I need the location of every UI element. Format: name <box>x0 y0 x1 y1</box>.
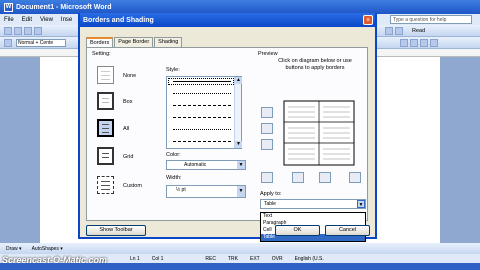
tab-borders[interactable]: Borders <box>86 37 114 47</box>
border-preview-diagram[interactable] <box>283 100 355 166</box>
apply-option-text[interactable]: Text <box>261 213 365 220</box>
styles-pane-icon[interactable] <box>4 39 12 47</box>
taskbar <box>0 263 480 270</box>
word-window-title: Document1 - Microsoft Word <box>16 3 112 11</box>
show-toolbar-button[interactable]: Show Toolbar <box>86 225 146 236</box>
setting-box-label[interactable]: Box <box>123 99 132 105</box>
menu-insert[interactable]: Inse <box>61 17 72 23</box>
scroll-up-icon[interactable]: ▲ <box>235 77 242 84</box>
word-app-icon: W <box>4 2 13 12</box>
apply-to-dropdown[interactable]: Table ▼ <box>260 199 366 209</box>
bottom-border-button[interactable] <box>261 139 273 150</box>
preview-label: Preview <box>258 51 278 57</box>
setting-grid-icon[interactable] <box>97 147 114 165</box>
help-icon[interactable] <box>395 27 403 35</box>
setting-grid-label[interactable]: Grid <box>123 154 133 160</box>
cancel-button[interactable]: Cancel <box>325 225 370 236</box>
width-dropdown[interactable]: ½ pt ▼ <box>166 185 246 198</box>
draw-menu[interactable]: Draw ▾ <box>6 246 22 252</box>
width-label: Width: <box>166 175 182 181</box>
dialog-tabs: Borders Page Border Shading <box>86 37 183 47</box>
dialog-title-bar: Borders and Shading <box>80 13 375 27</box>
menu-edit[interactable]: Edit <box>22 17 32 23</box>
diagonal-down-border-button[interactable] <box>261 172 273 183</box>
borders-icon[interactable] <box>410 39 418 47</box>
ok-button[interactable]: OK <box>275 225 320 236</box>
status-line: Ln 1 <box>130 255 140 262</box>
style-dropdown[interactable]: Normal + Cente <box>16 39 66 47</box>
width-value: ½ pt <box>176 187 186 193</box>
color-dropdown[interactable]: Automatic ▼ <box>166 160 246 170</box>
indent-icon[interactable] <box>400 39 408 47</box>
open-icon[interactable] <box>14 27 22 35</box>
status-trk[interactable]: TRK <box>228 256 238 262</box>
new-document-icon[interactable] <box>4 27 12 35</box>
border-style-list[interactable]: ▲ ▼ <box>166 76 242 149</box>
setting-all-icon[interactable] <box>97 119 114 137</box>
status-language: English (U.S. <box>294 255 324 262</box>
setting-none-icon[interactable] <box>97 66 114 84</box>
status-ext[interactable]: EXT <box>250 256 260 262</box>
setting-none-label[interactable]: None <box>123 73 136 79</box>
color-label: Color: <box>166 152 181 158</box>
style-label: Style: <box>166 67 180 73</box>
menu-view[interactable]: View <box>40 17 53 23</box>
scroll-down-icon[interactable]: ▼ <box>235 141 242 148</box>
read-button[interactable]: Read <box>412 28 425 34</box>
menu-file[interactable]: File <box>4 17 14 23</box>
apply-to-value: Table <box>264 201 276 207</box>
top-border-button[interactable] <box>261 107 273 118</box>
status-ovr[interactable]: OVR <box>272 256 283 262</box>
word-title-bar: W Document1 - Microsoft Word <box>0 0 480 14</box>
preview-hint: Click on diagram below or use buttons to… <box>278 58 352 71</box>
color-value: Automatic <box>184 162 207 168</box>
help-search-box[interactable]: Type a question for help <box>390 15 472 24</box>
setting-all-label[interactable]: All <box>123 126 129 132</box>
inside-vertical-border-button[interactable] <box>319 172 331 183</box>
chevron-down-icon[interactable]: ▼ <box>237 161 245 169</box>
dialog-title: Borders and Shading <box>83 16 154 24</box>
chevron-down-icon[interactable]: ▼ <box>237 186 245 197</box>
zoom-icon[interactable] <box>385 27 393 35</box>
chevron-down-icon[interactable]: ▼ <box>357 200 365 208</box>
borders-shading-dialog: Borders and Shading × Borders Page Borde… <box>78 13 377 242</box>
left-border-button[interactable] <box>292 172 304 183</box>
setting-custom-icon[interactable] <box>97 176 114 194</box>
close-icon[interactable]: × <box>363 15 373 25</box>
font-color-icon[interactable] <box>430 39 438 47</box>
setting-custom-label[interactable]: Custom <box>123 183 142 189</box>
tab-shading[interactable]: Shading <box>154 37 183 47</box>
tab-page-border[interactable]: Page Border <box>114 37 154 47</box>
apply-to-label: Apply to: <box>260 191 282 197</box>
drawing-toolbar: Draw ▾ AutoShapes ▾ <box>0 243 480 254</box>
setting-box-icon[interactable] <box>97 92 114 110</box>
status-column: Col 1 <box>151 255 164 262</box>
highlight-icon[interactable] <box>420 39 428 47</box>
style-list-scrollbar[interactable]: ▲ ▼ <box>234 77 242 148</box>
save-icon[interactable] <box>24 27 32 35</box>
setting-label: Setting: <box>92 51 111 57</box>
borders-panel: Setting: None Box All Grid Custom Style: <box>86 47 368 242</box>
permission-icon[interactable] <box>34 27 42 35</box>
inside-horizontal-border-button[interactable] <box>261 123 273 134</box>
status-rec[interactable]: REC <box>205 256 216 262</box>
diagonal-up-border-button[interactable] <box>349 172 361 183</box>
autoshapes-menu[interactable]: AutoShapes ▾ <box>32 246 63 252</box>
